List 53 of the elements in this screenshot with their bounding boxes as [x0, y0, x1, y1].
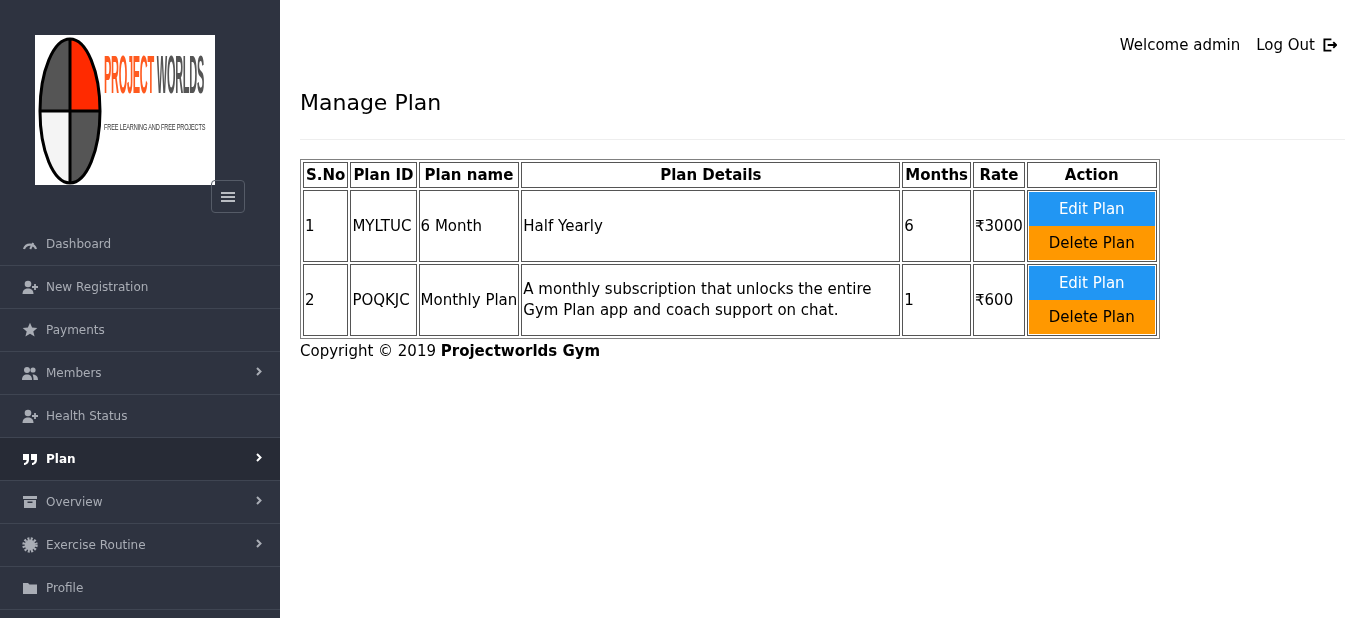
table-cell: Monthly Plan [418, 264, 520, 336]
column-header: Action [1026, 162, 1157, 188]
menu-icon [221, 191, 235, 202]
sidebar-item[interactable]: Profile [0, 567, 280, 610]
quote-icon [22, 451, 38, 467]
sidebar-item[interactable]: Exercise Routine [0, 524, 280, 567]
logout-link[interactable]: Log Out [1256, 35, 1337, 55]
delete-plan-button[interactable]: Delete Plan [1028, 226, 1155, 260]
copyright-text: Copyright © 2019 Projectworlds Gym [300, 341, 602, 361]
chevron-right-icon [256, 495, 262, 505]
logo-tagline: FREE LEARNING AND FREE PROJECTS [104, 122, 206, 132]
chevron-right-icon [256, 538, 262, 548]
logout-icon [1323, 38, 1337, 52]
folder-icon [22, 580, 38, 596]
logo-word: PROJECT [104, 55, 154, 99]
table-cell: 1 [303, 190, 349, 262]
column-header: S.No [303, 162, 349, 188]
column-header: Plan name [418, 162, 520, 188]
sidebar-toggle-button[interactable] [211, 180, 245, 213]
user-plus-icon [22, 279, 38, 295]
column-header: Plan Details [521, 162, 901, 188]
sidebar-item[interactable]: New Registration [0, 266, 280, 309]
star-icon [22, 322, 38, 338]
table-cell: 2 [303, 264, 349, 336]
table-cell: POQKJC [350, 264, 417, 336]
table-cell: ₹3000 [973, 190, 1025, 262]
edit-plan-button[interactable]: Edit Plan [1028, 192, 1155, 226]
table-cell: 6 [902, 190, 972, 262]
edit-plan-button[interactable]: Edit Plan [1028, 266, 1155, 300]
table-cell: Half Yearly [521, 190, 901, 262]
sidebar-item[interactable]: Dashboard [0, 223, 280, 266]
column-header: Months [902, 162, 972, 188]
sidebar-item[interactable]: Members [0, 352, 280, 395]
chevron-right-icon [256, 366, 262, 376]
table-cell: A monthly subscription that unlocks the entire Gym Plan app and coach support on chat. [521, 264, 901, 336]
sidebar-item[interactable]: Payments [0, 309, 280, 352]
archive-icon [22, 494, 38, 510]
sidebar-item[interactable]: Plan [0, 438, 280, 481]
users-icon [22, 365, 38, 381]
table-cell: ₹600 [973, 264, 1025, 336]
sidebar-item[interactable]: Overview [0, 481, 280, 524]
logo-word: WORLDS [156, 55, 204, 99]
table-cell: 1 [902, 264, 972, 336]
column-header: Rate [973, 162, 1025, 188]
welcome-text: Welcome admin [1119, 35, 1241, 55]
table-cell: MYLTUC [350, 190, 417, 262]
gear-badge-icon [22, 537, 38, 553]
column-header: Plan ID [350, 162, 417, 188]
chevron-right-icon [256, 452, 262, 462]
table-cell: 6 Month [418, 190, 520, 262]
delete-plan-button[interactable]: Delete Plan [1028, 300, 1155, 334]
page-title: Manage Plan [300, 90, 443, 116]
user-plus-icon [22, 408, 38, 424]
